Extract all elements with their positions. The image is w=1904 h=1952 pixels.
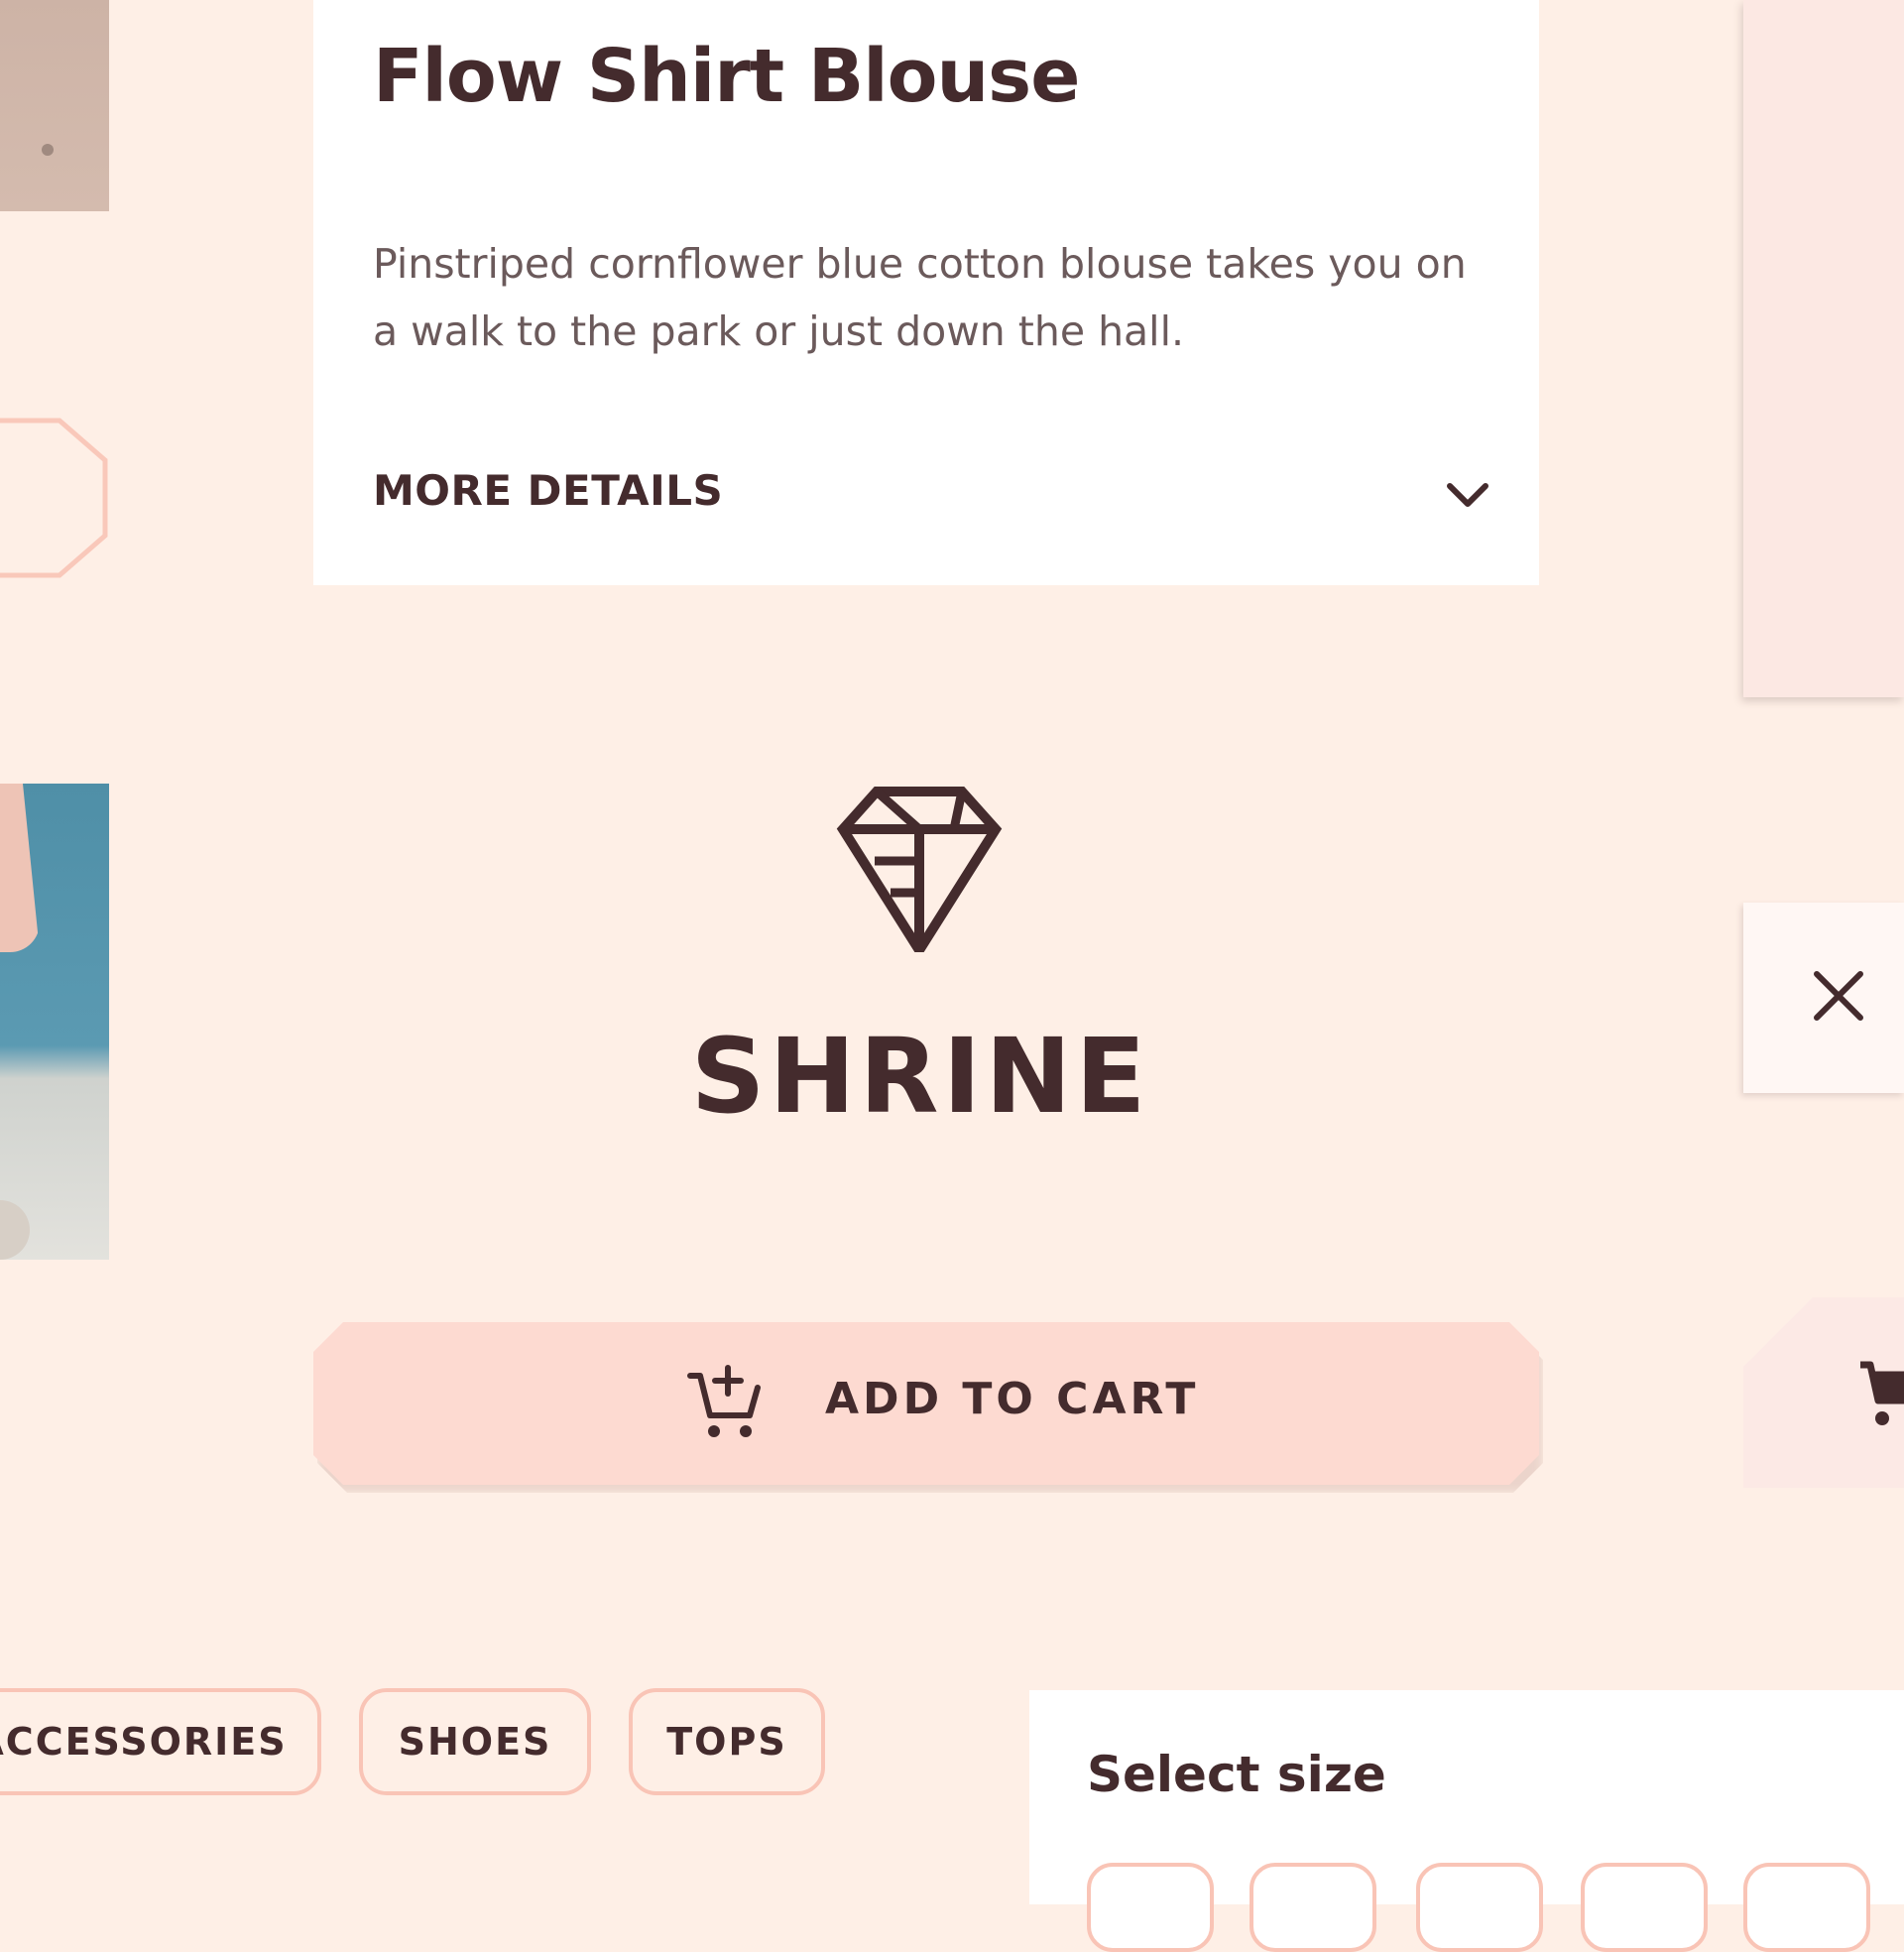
select-size-title: Select size [1087,1746,1386,1803]
chip-accessories[interactable]: ACCESSORIES [0,1688,321,1795]
cart-button[interactable] [1743,1297,1904,1488]
add-shopping-cart-icon [686,1364,766,1443]
chevron-down-icon[interactable] [1444,474,1491,518]
product-title: Flow Shirt Blouse [373,34,1080,119]
product-thumbnail-top[interactable] [0,0,109,211]
product-description: Pinstriped cornflower blue cotton blouse… [373,240,1467,355]
product-photo-shoe [0,1200,30,1260]
brand-logo: SHRINE [0,784,1841,1137]
shopping-cart-icon [1860,1361,1904,1425]
product-details-card: Flow Shirt Blouse Pinstriped cornflower … [313,0,1539,585]
select-size-card: Select size [1029,1690,1904,1952]
outlined-card-fragment [0,418,108,578]
size-option[interactable] [1581,1863,1708,1952]
add-to-cart-label: ADD TO CART [825,1374,1200,1424]
add-to-cart-button[interactable]: ADD TO CART [313,1322,1539,1485]
brand-name: SHRINE [690,1016,1150,1137]
carousel-dot [42,144,54,156]
diamond-icon [836,787,1003,952]
size-option[interactable] [1416,1863,1543,1952]
side-panel-fragment [1743,0,1904,697]
more-details-toggle[interactable]: MORE DETAILS [373,466,723,515]
size-option[interactable] [1250,1863,1376,1952]
chip-shoes[interactable]: SHOES [359,1688,591,1795]
size-option[interactable] [1087,1863,1214,1952]
chip-tops[interactable]: TOPS [629,1688,825,1795]
size-option[interactable] [1743,1863,1870,1952]
